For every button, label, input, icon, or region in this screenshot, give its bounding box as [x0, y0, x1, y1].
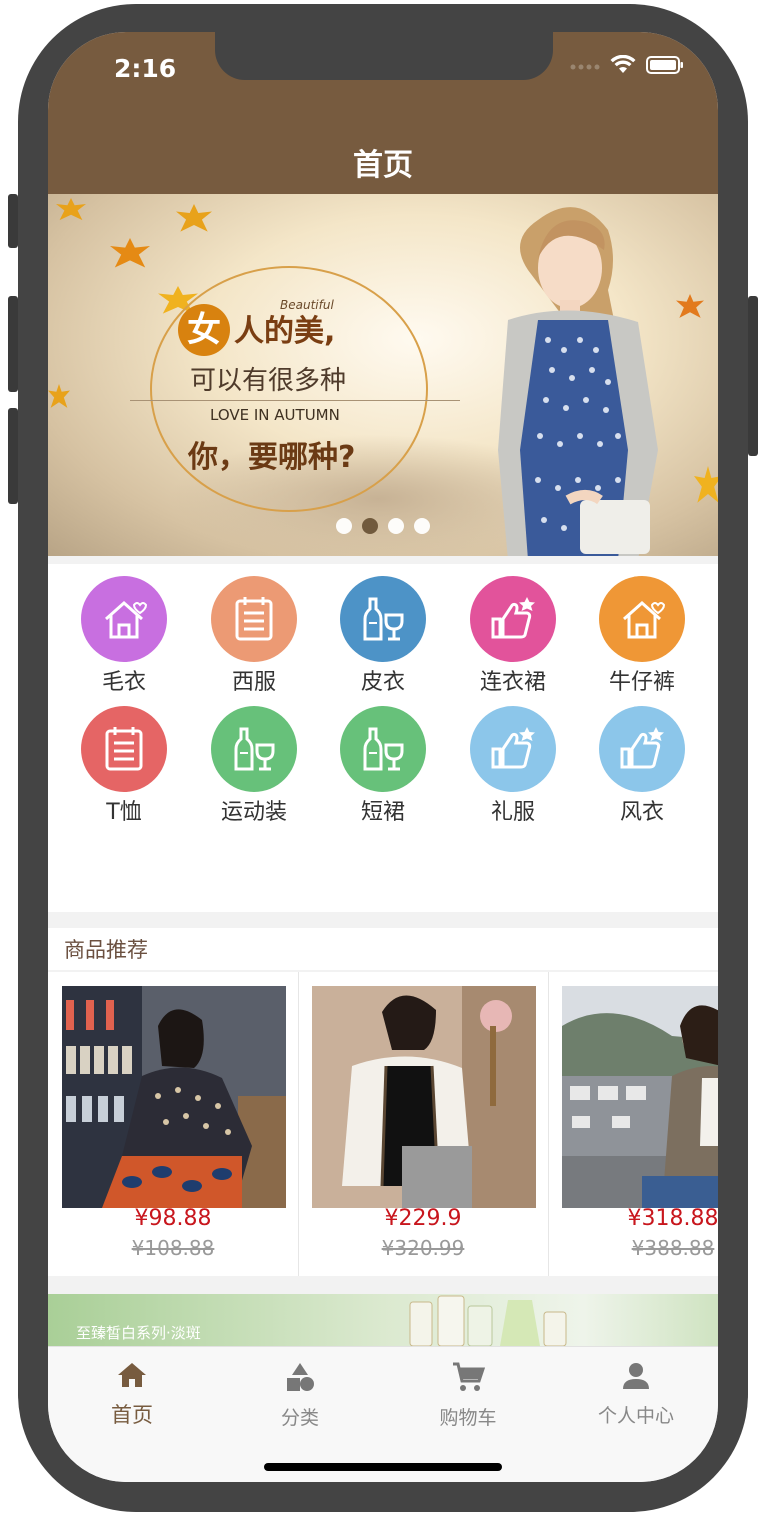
tab-category[interactable]: 分类: [216, 1361, 384, 1430]
category-item[interactable]: 风衣: [577, 706, 707, 826]
product-card[interactable]: ¥229.9 ¥320.99: [298, 972, 549, 1276]
category-label: 风衣: [619, 800, 664, 825]
carousel-dot[interactable]: [388, 518, 404, 534]
leaf-decoration: [176, 204, 212, 232]
tab-cart[interactable]: 购物车: [384, 1361, 552, 1430]
wine-bottle-glass-icon: [340, 706, 426, 792]
shapes-icon: [287, 1363, 314, 1391]
tab-home[interactable]: 首页: [48, 1361, 216, 1429]
wine-bottle-glass-icon: [211, 706, 297, 792]
category-item[interactable]: 皮衣: [318, 576, 448, 696]
thumbs-up-star-icon: [599, 706, 685, 792]
thumbs-up-star-icon: [470, 706, 556, 792]
product-image: [312, 986, 536, 1208]
product-card[interactable]: ¥318.88 ¥388.88: [548, 972, 718, 1276]
volume-up-button: [8, 296, 18, 392]
category-label: 牛仔裤: [608, 670, 675, 695]
banner-subline: 可以有很多种: [190, 366, 347, 396]
wifi-icon: [610, 55, 636, 73]
page-title: 首页: [353, 148, 413, 183]
category-item[interactable]: 礼服: [448, 706, 578, 826]
tab-label: 购物车: [439, 1407, 497, 1429]
category-grid: 毛衣 西服 皮衣 连衣裙 牛仔裤 T恤 运动装 短裙 礼服 风衣: [48, 564, 718, 912]
product-price: ¥229.9: [384, 1206, 462, 1231]
tab-bar: 首页 分类 购物车 个人中心: [48, 1346, 718, 1482]
leaf-decoration: [110, 238, 150, 268]
cart-icon: [453, 1362, 486, 1391]
promo-product-image: [409, 1295, 567, 1346]
tab-label: 分类: [280, 1407, 319, 1429]
product-price: ¥98.88: [134, 1206, 212, 1231]
category-item[interactable]: T恤: [59, 706, 189, 826]
category-label: 西服: [231, 670, 276, 695]
promo-banner[interactable]: 至臻皙白系列·淡斑: [48, 1294, 718, 1346]
nav-bar: 首页: [48, 130, 718, 194]
carousel-dot[interactable]: [414, 518, 430, 534]
category-label: 连衣裙: [479, 670, 546, 695]
screen: 2:16 首页 Beautiful 女人的美, 可以有很多种 LOVE IN A…: [48, 32, 718, 1482]
battery-icon: [646, 56, 683, 74]
promo-text: 至臻皙白系列·淡斑: [76, 1324, 201, 1342]
status-time: 2:16: [114, 54, 177, 83]
product-price: ¥318.88: [627, 1206, 719, 1231]
wine-bottle-glass-icon: [340, 576, 426, 662]
category-label: 礼服: [490, 800, 535, 825]
section-header: 商品推荐: [48, 928, 718, 970]
carousel-dot-active[interactable]: [362, 518, 378, 534]
banner-model-image: [498, 207, 658, 556]
volume-down-button: [8, 408, 18, 504]
category-label: 皮衣: [360, 670, 405, 695]
category-label: 运动装: [220, 800, 287, 825]
notch: [215, 32, 553, 80]
product-original-price: ¥388.88: [631, 1236, 715, 1260]
home-icon: [118, 1363, 146, 1387]
product-image: [62, 986, 286, 1208]
side-button: [8, 194, 18, 248]
tab-label: 首页: [111, 1403, 153, 1427]
leaf-decoration: [48, 384, 70, 408]
product-card[interactable]: ¥98.88 ¥108.88: [48, 972, 299, 1276]
category-item[interactable]: 西服: [189, 576, 319, 696]
banner-english: LOVE IN AUTUMN: [210, 406, 340, 424]
notepad-icon: [81, 706, 167, 792]
notepad-icon: [211, 576, 297, 662]
banner-carousel[interactable]: Beautiful 女人的美, 可以有很多种 LOVE IN AUTUMN 你，…: [48, 194, 718, 556]
category-item[interactable]: 牛仔裤: [577, 576, 707, 696]
category-item[interactable]: 短裙: [318, 706, 448, 826]
section-title: 商品推荐: [64, 938, 148, 962]
product-original-price: ¥320.99: [381, 1236, 465, 1260]
leaf-decoration: [56, 198, 86, 221]
power-button: [748, 296, 758, 456]
category-label: T恤: [106, 800, 142, 825]
signal-icon: [570, 64, 600, 70]
carousel-dots: [336, 518, 430, 534]
category-item[interactable]: 连衣裙: [448, 576, 578, 696]
house-heart-icon: [599, 576, 685, 662]
category-label: 毛衣: [101, 670, 146, 695]
product-original-price: ¥108.88: [131, 1236, 215, 1260]
banner-question: 你，要哪种?: [188, 440, 356, 475]
category-item[interactable]: 毛衣: [59, 576, 189, 696]
house-heart-icon: [81, 576, 167, 662]
leaf-decoration: [694, 466, 718, 503]
banner-headline: 女人的美,: [178, 304, 335, 356]
product-image: [562, 986, 718, 1208]
thumbs-up-star-icon: [470, 576, 556, 662]
category-item[interactable]: 运动装: [189, 706, 319, 826]
home-indicator[interactable]: [264, 1463, 502, 1471]
carousel-dot[interactable]: [336, 518, 352, 534]
tab-label: 个人中心: [597, 1405, 674, 1427]
recommended-products[interactable]: ¥98.88 ¥108.88 ¥229.9 ¥320.99 ¥318.88 ¥3…: [48, 972, 718, 1276]
category-label: 短裙: [360, 800, 405, 825]
tab-profile[interactable]: 个人中心: [552, 1361, 718, 1428]
person-icon: [623, 1363, 649, 1389]
